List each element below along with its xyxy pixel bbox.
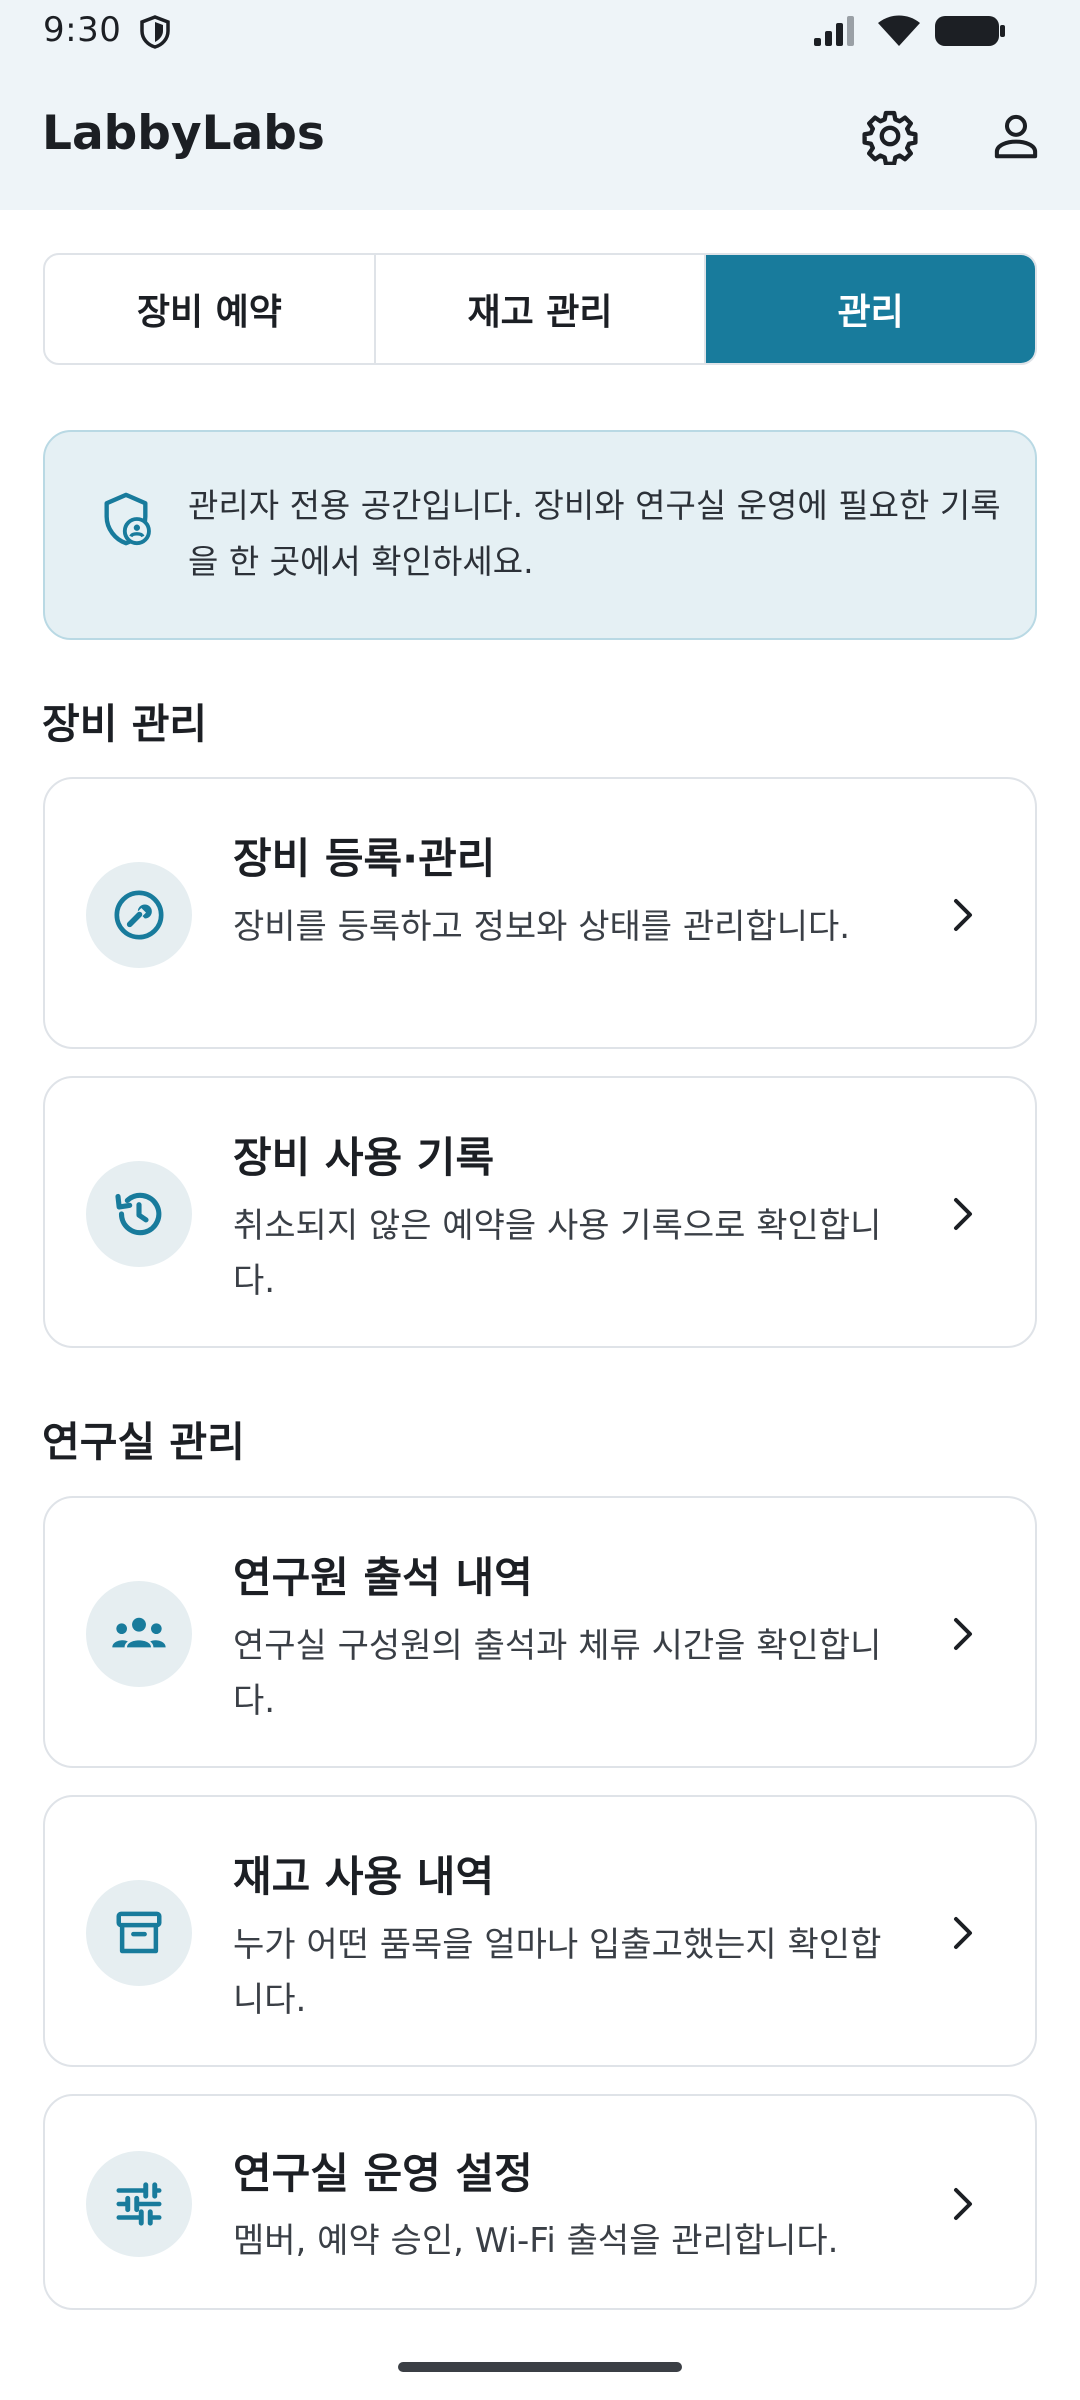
chevron-right-icon xyxy=(954,899,972,931)
cell-signal-icon xyxy=(814,16,854,46)
admin-notice-banner: 관리자 전용 공간입니다. 장비와 연구실 운영에 필요한 기록을 한 곳에서 … xyxy=(43,430,1037,640)
person-icon xyxy=(994,114,1038,159)
app-header: 9:30 LabbyLabs xyxy=(0,0,1080,210)
chevron-right-icon xyxy=(954,2188,972,2220)
notice-text: 관리자 전용 공간입니다. 장비와 연구실 운영에 필요한 기록을 한 곳에서 … xyxy=(188,486,1001,581)
sliders-icon xyxy=(116,2182,162,2226)
icon-circle xyxy=(86,862,192,968)
profile-button[interactable] xyxy=(976,96,1056,176)
wifi-icon xyxy=(878,15,920,46)
card-title: 장비 사용 기록 xyxy=(233,1133,495,1182)
icon-circle xyxy=(86,2151,192,2257)
icon-circle xyxy=(86,1581,192,1687)
tab-inventory-management[interactable]: 재고 관리 xyxy=(376,255,707,363)
chevron-right-icon xyxy=(954,1618,972,1650)
menu-card-attendance-history[interactable]: 연구원 출석 내역 연구실 구성원의 출석과 체류 시간을 확인합니다. xyxy=(43,1496,1037,1768)
card-description: 누가 어떤 품목을 얼마나 입출고했는지 확인합니다. xyxy=(233,1925,882,2020)
menu-card-equipment-registration[interactable]: 장비 등록·관리 장비를 등록하고 정보와 상태를 관리합니다. xyxy=(43,777,1037,1049)
icon-circle xyxy=(86,1880,192,1986)
menu-card-equipment-usage-log[interactable]: 장비 사용 기록 취소되지 않은 예약을 사용 기록으로 확인합니다. xyxy=(43,1076,1037,1348)
shield-status-icon xyxy=(140,15,170,49)
wrench-icon xyxy=(114,890,164,940)
card-title: 연구실 운영 설정 xyxy=(233,2149,533,2198)
section-title-lab: 연구실 관리 xyxy=(42,1418,245,1466)
settings-button[interactable] xyxy=(850,96,930,176)
card-description: 장비를 등록하고 정보와 상태를 관리합니다. xyxy=(233,907,851,947)
chevron-right-icon xyxy=(954,1198,972,1230)
battery-icon xyxy=(935,16,1005,46)
section-title-equipment: 장비 관리 xyxy=(42,700,208,748)
group-icon xyxy=(112,1617,166,1648)
app-title: LabbyLabs xyxy=(42,106,325,161)
archive-icon xyxy=(116,1911,162,1954)
history-icon xyxy=(115,1192,162,1236)
status-time: 9:30 xyxy=(43,10,122,50)
home-indicator[interactable] xyxy=(398,2362,682,2372)
icon-circle xyxy=(86,1161,192,1267)
card-title: 장비 등록·관리 xyxy=(233,834,496,883)
chevron-right-icon xyxy=(954,1917,972,1949)
tab-equipment-reservation[interactable]: 장비 예약 xyxy=(45,255,376,363)
card-title: 연구원 출석 내역 xyxy=(233,1553,533,1602)
menu-card-lab-settings[interactable]: 연구실 운영 설정 멤버, 예약 승인, Wi-Fi 출석을 관리합니다. xyxy=(43,2094,1037,2310)
gear-icon xyxy=(862,110,918,165)
card-title: 재고 사용 내역 xyxy=(233,1852,495,1901)
status-bar: 9:30 xyxy=(0,0,1080,62)
admin-shield-icon xyxy=(104,492,151,546)
tab-admin[interactable]: 관리 xyxy=(706,255,1035,363)
menu-card-inventory-usage[interactable]: 재고 사용 내역 누가 어떤 품목을 얼마나 입출고했는지 확인합니다. xyxy=(43,1795,1037,2067)
card-description: 멤버, 예약 승인, Wi-Fi 출석을 관리합니다. xyxy=(233,2221,839,2261)
tab-bar: 장비 예약 재고 관리 관리 xyxy=(43,253,1037,365)
card-description: 연구실 구성원의 출석과 체류 시간을 확인합니다. xyxy=(233,1626,882,1721)
card-description: 취소되지 않은 예약을 사용 기록으로 확인합니다. xyxy=(233,1206,882,1301)
